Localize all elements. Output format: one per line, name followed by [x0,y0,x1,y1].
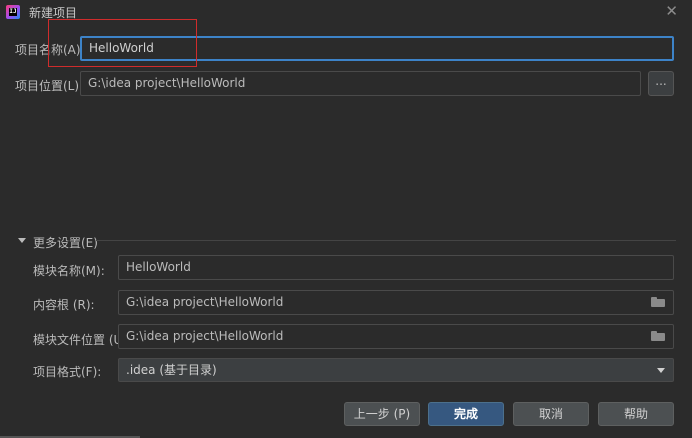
module-file-location-value: G:\idea project\HelloWorld [126,329,284,343]
module-file-location-input[interactable]: G:\idea project\HelloWorld [118,324,674,349]
help-button[interactable]: 帮助 [598,402,674,426]
project-format-select[interactable]: .idea (基于目录) [118,358,674,382]
content-root-input[interactable]: G:\idea project\HelloWorld [118,290,674,315]
intellij-idea-icon: IJ [6,5,20,19]
module-name-input[interactable]: HelloWorld [118,255,674,280]
more-settings-label: 更多设置(E) [33,236,98,250]
project-format-value: .idea (基于目录) [126,363,217,377]
folder-icon[interactable] [651,297,665,307]
project-format-label: 项目格式(F): [33,365,102,379]
browse-button[interactable]: ... [648,71,674,96]
project-location-label: 项目位置(L): [15,79,84,93]
project-location-input[interactable]: G:\idea project\HelloWorld [80,71,641,96]
finish-button[interactable]: 完成 [428,402,504,426]
cancel-button[interactable]: 取消 [513,402,589,426]
previous-button[interactable]: 上一步 (P) [344,402,420,426]
folder-icon[interactable] [651,331,665,341]
module-file-location-label: 模块文件位置 (U): [33,333,132,347]
section-divider [96,240,676,241]
chevron-down-icon [657,368,665,373]
highlight-annotation-box [48,19,197,67]
content-root-value: G:\idea project\HelloWorld [126,295,284,309]
triangle-down-icon [18,238,26,243]
close-icon[interactable]: ✕ [665,2,678,20]
content-root-label: 内容根 (R): [33,298,95,312]
module-name-label: 模块名称(M): [33,264,105,278]
